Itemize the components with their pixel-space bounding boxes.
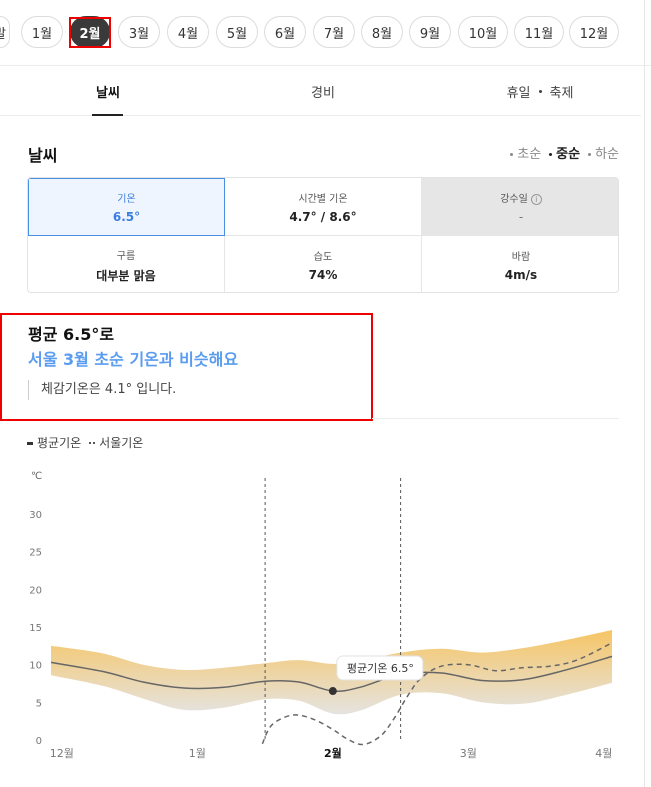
divider xyxy=(372,418,619,419)
month-chip-6[interactable]: 6월 xyxy=(264,16,306,48)
y-tick-label: 20 xyxy=(29,585,42,596)
month-chip-4[interactable]: 4월 xyxy=(167,16,209,48)
summary-average: 평균 6.5°로 xyxy=(28,325,115,344)
feels-like-note: 체감기온은 4.1° 입니다. xyxy=(28,380,176,400)
temperature-value: 6.5° xyxy=(112,210,141,224)
temperature-range-band xyxy=(51,630,612,715)
section-title: 날씨 xyxy=(28,146,58,165)
tab-holiday-label: 휴일 xyxy=(506,85,531,101)
month-chip-9[interactable]: 9월 xyxy=(409,16,451,48)
page-right-border xyxy=(644,0,645,787)
cell-hourly-temperature[interactable]: 시간별 기온 4.7° / 8.6° xyxy=(225,178,422,236)
solid-line-icon xyxy=(27,442,33,445)
tab-holiday-festival[interactable]: 휴일 축제 xyxy=(480,66,600,116)
wind-value: 4m/s xyxy=(504,268,538,282)
y-axis-unit: ℃ xyxy=(31,471,42,482)
tab-cost-label: 경비 xyxy=(311,85,335,101)
cell-wind[interactable]: 바람 4m/s xyxy=(422,236,618,292)
y-tick-label: 5 xyxy=(36,698,42,709)
x-tick-label: 1월 xyxy=(189,747,206,760)
weather-info-grid: 기온 6.5° 시간별 기온 4.7° / 8.6° 강수일 i - 구름 대부분… xyxy=(27,177,619,293)
x-tick-label: 12월 xyxy=(50,747,74,760)
month-chip-11[interactable]: 11월 xyxy=(514,16,564,48)
rain-days-value: - xyxy=(518,209,524,224)
month-chip-3[interactable]: 3월 xyxy=(118,16,160,48)
month-chip-10[interactable]: 10월 xyxy=(458,16,508,48)
month-chip-2[interactable]: 2월 xyxy=(70,16,110,48)
month-chip-12[interactable]: 12월 xyxy=(569,16,619,48)
cell-cloud[interactable]: 구름 대부분 맑음 xyxy=(28,236,225,292)
hourly-temperature-label: 시간별 기온 xyxy=(298,193,348,205)
temperature-label: 기온 xyxy=(117,194,136,205)
month-chip-5[interactable]: 5월 xyxy=(216,16,258,48)
chart-legend: 평균기온 서울기온 xyxy=(27,434,143,451)
period-early[interactable]: 초순 xyxy=(510,143,541,162)
cell-rain-days: 강수일 i - xyxy=(422,178,618,236)
highlight-tooltip: 평균기온 6.5° xyxy=(336,655,424,681)
separator-dot xyxy=(538,89,542,93)
period-mid[interactable]: 중순 xyxy=(549,143,580,162)
tab-festival-label: 축제 xyxy=(549,85,574,101)
info-icon[interactable]: i xyxy=(530,193,542,205)
summary-comparison: 서울 3월 초순 기온과 비슷해요 xyxy=(28,350,239,369)
month-chip-1[interactable]: 1월 xyxy=(21,16,63,48)
x-tick-label: 2월 xyxy=(324,746,342,760)
cloud-label: 구름 xyxy=(116,250,136,262)
legend-average: 평균기온 xyxy=(27,434,81,451)
temperature-chart: ℃ 0 5 10 15 20 25 30 평균기온 6.5° 12월 1월 2월 3월 4월 xyxy=(29,471,612,760)
cell-temperature[interactable]: 기온 6.5° xyxy=(28,178,225,236)
y-tick-label: 30 xyxy=(29,510,42,521)
x-tick-label: 4월 xyxy=(595,747,612,760)
wind-label: 바람 xyxy=(511,252,531,263)
tab-weather-label: 날씨 xyxy=(96,85,120,101)
category-tabs: 날씨 경비 휴일 축제 xyxy=(0,66,641,116)
period-late[interactable]: 하순 xyxy=(588,143,619,162)
month-chip-8[interactable]: 8월 xyxy=(361,16,403,48)
tab-cost[interactable]: 경비 xyxy=(275,66,371,116)
y-tick-label: 15 xyxy=(29,623,42,634)
tooltip-text: 평균기온 6.5° xyxy=(347,662,414,675)
tab-weather[interactable]: 날씨 xyxy=(60,66,156,116)
y-tick-label: 25 xyxy=(29,548,42,559)
y-tick-label: 10 xyxy=(29,661,42,672)
cell-humidity[interactable]: 습도 74% xyxy=(225,236,422,292)
month-chip-0[interactable]: 말 xyxy=(0,16,10,48)
y-tick-label: 0 xyxy=(36,736,42,747)
humidity-label: 습도 xyxy=(313,252,333,263)
active-tab-indicator xyxy=(92,114,123,116)
humidity-value: 74% xyxy=(308,268,338,282)
period-selector: 초순 중순 하순 xyxy=(510,143,619,162)
rain-days-label: 강수일 xyxy=(500,193,528,205)
highlight-point[interactable] xyxy=(328,687,337,696)
cloud-value: 대부분 맑음 xyxy=(96,268,156,283)
month-chip-7[interactable]: 7월 xyxy=(313,16,355,48)
hourly-temperature-value: 4.7° / 8.6° xyxy=(289,209,357,224)
month-selector: 말 1월2월3월4월5월6월7월8월9월10월11월12월 xyxy=(0,0,651,66)
x-tick-label: 3월 xyxy=(460,747,477,760)
dotted-line-icon xyxy=(89,442,96,445)
legend-seoul: 서울기온 xyxy=(89,434,143,451)
